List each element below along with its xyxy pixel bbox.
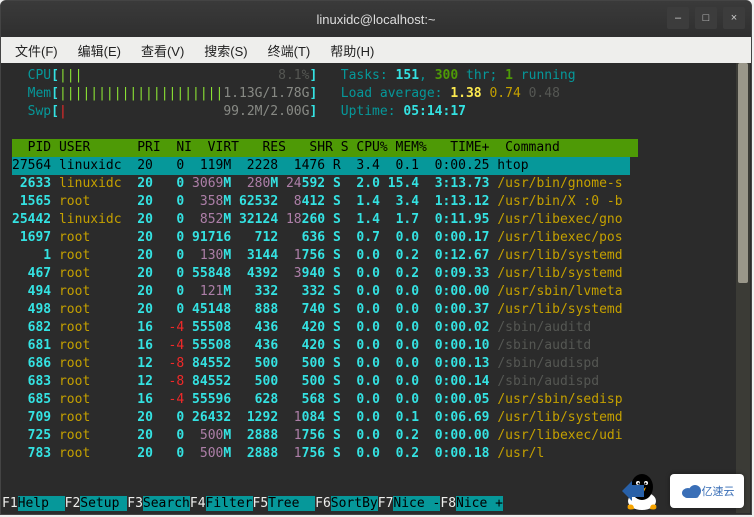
- process-row[interactable]: 1697 root 20 0 91716 712 636 S 0.7 0.0 0…: [12, 230, 623, 245]
- process-row[interactable]: 2633 linuxidc 20 0 3069M 280M 24592 S 2.…: [12, 176, 623, 191]
- process-row[interactable]: 686 root 12 -8 84552 500 500 S 0.0 0.0 0…: [12, 356, 599, 371]
- process-row[interactable]: 25442 linuxidc 20 0 852M 32124 18260 S 1…: [12, 212, 623, 227]
- menu-view[interactable]: 查看(V): [131, 37, 194, 64]
- process-row[interactable]: 682 root 16 -4 55508 436 420 S 0.0 0.0 0…: [12, 320, 591, 335]
- process-row[interactable]: 783 root 20 0 500M 2888 1756 S 0.0 0.2 0…: [12, 446, 544, 461]
- process-row[interactable]: 1565 root 20 0 358M 62532 8412 S 1.4 3.4…: [12, 194, 623, 209]
- menu-file[interactable]: 文件(F): [5, 37, 68, 64]
- process-header[interactable]: PID USER PRI NI VIRT RES SHR S CPU% MEM%…: [12, 139, 638, 157]
- close-button[interactable]: ×: [723, 7, 745, 29]
- process-row[interactable]: 709 root 20 0 26432 1292 1084 S 0.0 0.1 …: [12, 410, 623, 425]
- menu-edit[interactable]: 编辑(E): [68, 37, 131, 64]
- minimize-button[interactable]: –: [667, 7, 689, 29]
- menu-help[interactable]: 帮助(H): [320, 37, 384, 64]
- watermark: 亿速云: [620, 471, 744, 511]
- terminal-area[interactable]: CPU[||| 8.1%] Tasks: 151, 300 thr; 1 run…: [2, 63, 750, 513]
- scrollbar-thumb[interactable]: [738, 63, 748, 283]
- process-row[interactable]: 467 root 20 0 55848 4392 3940 S 0.0 0.2 …: [12, 266, 623, 281]
- menu-terminal[interactable]: 终端(T): [258, 37, 321, 64]
- process-row[interactable]: 685 root 16 -4 55596 628 568 S 0.0 0.0 0…: [12, 392, 623, 407]
- process-row-selected[interactable]: 27564 linuxidc 20 0 119M 2228 1476 R 3.4…: [12, 157, 630, 175]
- process-row[interactable]: 498 root 20 0 45148 888 740 S 0.0 0.0 0:…: [12, 302, 623, 317]
- cloud-icon: [680, 482, 702, 500]
- process-row[interactable]: 725 root 20 0 500M 2888 1756 S 0.0 0.2 0…: [12, 428, 623, 443]
- scrollbar-track[interactable]: [736, 63, 750, 513]
- tux-icon: [620, 471, 664, 511]
- process-row[interactable]: 1 root 20 0 130M 3144 1756 S 0.0 0.2 0:1…: [12, 248, 623, 263]
- cloud-logo-text: 亿速云: [702, 483, 735, 499]
- process-row[interactable]: 681 root 16 -4 55508 436 420 S 0.0 0.0 0…: [12, 338, 591, 353]
- terminal-window: linuxidc@localhost:~ – □ × 文件(F) 编辑(E) 查…: [0, 0, 752, 515]
- menubar: 文件(F) 编辑(E) 查看(V) 搜索(S) 终端(T) 帮助(H): [1, 37, 751, 63]
- window-controls: – □ ×: [667, 7, 745, 29]
- menu-search[interactable]: 搜索(S): [194, 37, 257, 64]
- titlebar: linuxidc@localhost:~ – □ ×: [1, 1, 751, 37]
- maximize-button[interactable]: □: [695, 7, 717, 29]
- cloud-logo: 亿速云: [670, 474, 744, 508]
- process-row[interactable]: 494 root 20 0 121M 332 332 S 0.0 0.0 0:0…: [12, 284, 623, 299]
- window-title: linuxidc@localhost:~: [316, 12, 435, 27]
- process-row[interactable]: 683 root 12 -8 84552 500 500 S 0.0 0.0 0…: [12, 374, 599, 389]
